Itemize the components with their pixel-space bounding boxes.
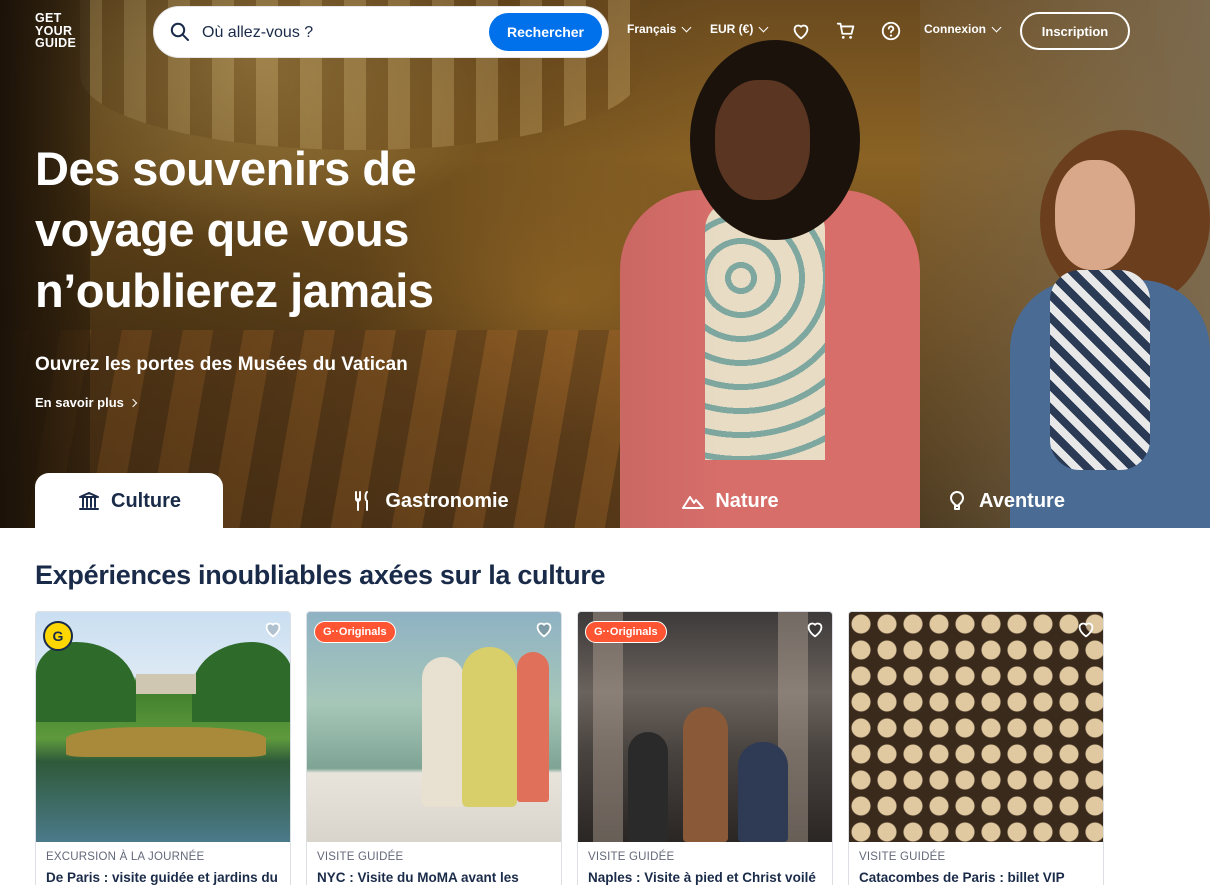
activity-card[interactable]: G EXCURSION À LA JOURNÉE De Paris : visi… [35, 611, 291, 885]
card-title: Naples : Visite à pied et Christ voilé [588, 870, 816, 885]
card-image [578, 612, 832, 842]
search-input[interactable] [202, 19, 472, 47]
mountain-icon [682, 496, 705, 509]
logo[interactable]: GET YOUR GUIDE [35, 12, 87, 52]
card-title: Catacombes de Paris : billet VIP [859, 870, 1065, 885]
card-category: VISITE GUIDÉE [317, 851, 404, 863]
chevron-down-icon [991, 22, 1002, 32]
hero-link-label: En savoir plus [35, 395, 124, 410]
card-category: EXCURSION À LA JOURNÉE [46, 851, 205, 863]
activity-card[interactable]: G··Originals VISITE GUIDÉE Naples : Visi… [577, 611, 833, 885]
tab-label: Culture [111, 489, 181, 512]
activity-card[interactable]: VISITE GUIDÉE Catacombes de Paris : bill… [848, 611, 1104, 885]
logo-line-1: GET [35, 11, 62, 25]
hero-learn-more-link[interactable]: En savoir plus [35, 395, 138, 410]
chevron-right-icon [128, 398, 138, 407]
login-menu[interactable]: Connexion [924, 22, 1002, 36]
card-category: VISITE GUIDÉE [859, 851, 946, 863]
museum-icon [79, 491, 99, 510]
login-label: Connexion [924, 22, 986, 36]
logo-line-3: GUIDE [35, 36, 77, 50]
tab-gastronomie[interactable]: Gastronomie [330, 473, 530, 529]
tab-label: Aventure [979, 489, 1065, 512]
search-icon [170, 22, 189, 41]
originals-badge: G··Originals [314, 621, 396, 643]
signup-button[interactable]: Inscription [1020, 12, 1130, 50]
card-title: De Paris : visite guidée et jardins du [46, 870, 278, 885]
card-image [36, 612, 290, 842]
card-image [849, 612, 1103, 842]
heart-icon[interactable] [804, 618, 826, 640]
cart-icon[interactable] [835, 20, 857, 42]
section-title: Expériences inoubliables axées sur la cu… [35, 560, 606, 590]
card-image [307, 612, 561, 842]
tab-culture[interactable]: Culture [35, 473, 223, 529]
gyg-badge: G [43, 621, 73, 651]
card-title: NYC : Visite du MoMA avant les [317, 870, 519, 885]
help-icon[interactable] [880, 20, 902, 42]
language-selector[interactable]: Français [627, 22, 692, 36]
tab-label: Nature [715, 489, 779, 512]
search-bar: Rechercher [153, 6, 609, 58]
heart-icon[interactable] [1075, 618, 1097, 640]
heart-icon[interactable] [533, 618, 555, 640]
heart-icon[interactable] [262, 618, 284, 640]
activity-card[interactable]: G··Originals VISITE GUIDÉE NYC : Visite … [306, 611, 562, 885]
originals-badge: G··Originals [585, 621, 667, 643]
chevron-down-icon [681, 22, 692, 32]
tab-nature[interactable]: Nature [660, 473, 800, 529]
hero-subtitle: Ouvrez les portes des Musées du Vatican [35, 354, 408, 375]
balloon-icon [950, 491, 965, 510]
currency-selector[interactable]: EUR (€) [710, 22, 769, 36]
hero-title: Des souvenirs de voyage que vous n’oubli… [35, 142, 434, 317]
card-category: VISITE GUIDÉE [588, 851, 675, 863]
language-label: Français [627, 22, 677, 36]
heart-icon[interactable] [790, 20, 812, 42]
tab-aventure[interactable]: Aventure [935, 473, 1075, 529]
search-button[interactable]: Rechercher [489, 13, 602, 51]
fork-knife-icon [355, 491, 369, 511]
chevron-down-icon [758, 22, 769, 32]
tab-label: Gastronomie [385, 489, 509, 512]
currency-label: EUR (€) [710, 22, 754, 36]
